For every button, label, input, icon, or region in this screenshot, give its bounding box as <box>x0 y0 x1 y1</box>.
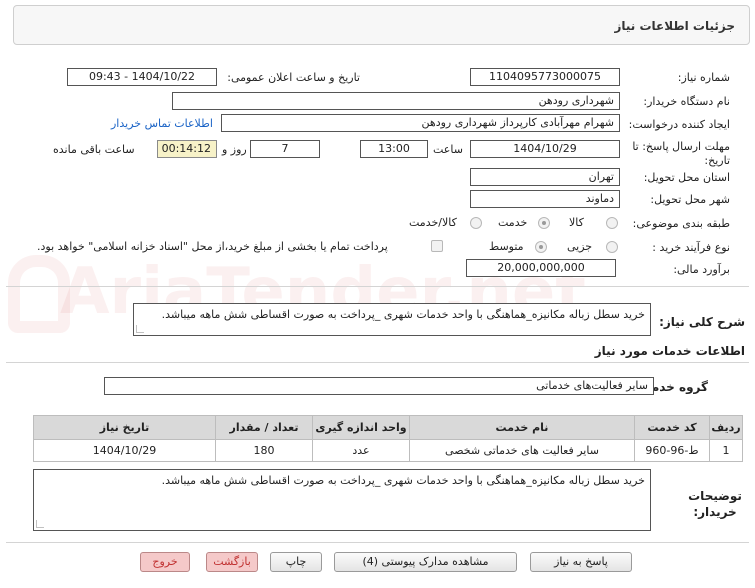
buyer-notes-text: خرید سطل زباله مکانیزه_هماهنگی با واحد خ… <box>161 474 645 487</box>
col-service-code: کد خدمت <box>634 415 710 440</box>
divider <box>6 542 749 543</box>
category-option-goods-service: کالا/خدمت <box>409 216 457 229</box>
process-radio-small[interactable] <box>606 241 618 253</box>
col-row-number: ردیف <box>709 415 743 440</box>
reply-button[interactable]: پاسخ به نیاز <box>530 552 632 572</box>
table-header-row: ردیف کد خدمت نام خدمت واحد اندازه گیری ت… <box>33 415 743 440</box>
col-need-date: تاریخ نیاز <box>33 415 216 440</box>
buyer-notes-textarea[interactable]: خرید سطل زباله مکانیزه_هماهنگی با واحد خ… <box>33 469 651 531</box>
print-button[interactable]: چاپ <box>270 552 322 572</box>
cell-unit: عدد <box>312 439 410 462</box>
page-header: جزئیات اطلاعات نیاز <box>13 5 750 45</box>
remaining-label: ساعت باقی مانده <box>53 143 135 156</box>
process-label: نوع فرآیند خرید : <box>652 241 730 254</box>
resize-handle-icon[interactable] <box>136 325 144 333</box>
buyer-org-label: نام دستگاه خریدار: <box>643 95 730 108</box>
description-label: شرح کلی نیاز: <box>659 315 745 329</box>
cell-row-number: 1 <box>709 439 743 462</box>
category-label: طبقه بندی موضوعی: <box>632 217 730 230</box>
exit-button[interactable]: خروج <box>140 552 190 572</box>
process-option-medium: متوسط <box>489 240 524 253</box>
need-number-label: شماره نیاز: <box>677 71 730 84</box>
services-section-title: اطلاعات خدمات مورد نیاز <box>594 344 745 358</box>
view-attachments-button[interactable]: مشاهده مدارک پیوستی (4) <box>334 552 517 572</box>
need-number-field: 1104095773000075 <box>470 68 620 86</box>
days-label: روز و <box>222 143 247 156</box>
province-field: تهران <box>470 168 620 186</box>
announce-field: 1404/10/22 - 09:43 <box>67 68 217 86</box>
service-group-field: سایر فعالیت‌های خدماتی <box>104 377 654 395</box>
cell-service-code: ط-96-960 <box>634 439 710 462</box>
treasury-payment-note: پرداخت تمام یا بخشی از مبلغ خرید،از محل … <box>37 240 388 253</box>
creator-label: ایجاد کننده درخواست: <box>628 118 730 131</box>
table-row: 1 ط-96-960 سایر فعالیت های خدماتی شخصی ع… <box>33 439 743 462</box>
category-option-goods: کالا <box>569 216 584 229</box>
col-unit: واحد اندازه گیری <box>312 415 410 440</box>
deadline-date-field: 1404/10/29 <box>470 140 620 158</box>
cell-quantity: 180 <box>215 439 313 462</box>
services-table: ردیف کد خدمت نام خدمت واحد اندازه گیری ت… <box>33 415 743 462</box>
deadline-time-field: 13:00 <box>360 140 428 158</box>
budget-label: برآورد مالی: <box>673 263 730 276</box>
description-textarea[interactable]: خرید سطل زباله مکانیزه_هماهنگی با واحد خ… <box>133 303 651 336</box>
page-title: جزئیات اطلاعات نیاز <box>614 19 735 33</box>
divider <box>6 362 749 363</box>
province-label: استان محل تحویل: <box>643 171 730 184</box>
resize-handle-icon[interactable] <box>36 520 44 528</box>
process-option-small: جزیی <box>567 240 593 253</box>
category-radio-goods[interactable] <box>606 217 618 229</box>
buyer-org-field: شهرداری رودهن <box>172 92 620 110</box>
back-button[interactable]: بازگشت <box>206 552 258 572</box>
category-option-service: خدمت <box>498 216 528 229</box>
contact-buyer-link[interactable]: اطلاعات تماس خریدار <box>111 117 213 130</box>
treasury-payment-checkbox[interactable] <box>431 240 443 252</box>
cell-need-date: 1404/10/29 <box>33 439 216 462</box>
process-radio-medium[interactable] <box>535 241 547 253</box>
divider <box>6 286 749 287</box>
days-field: 7 <box>250 140 320 158</box>
budget-field: 20,000,000,000 <box>466 259 616 277</box>
remaining-time-field: 00:14:12 <box>157 140 217 158</box>
category-radio-goods-service[interactable] <box>470 217 482 229</box>
category-radio-service[interactable] <box>538 217 550 229</box>
creator-field: شهرام مهرآبادی کارپرداز شهرداری رودهن <box>221 114 620 132</box>
city-field: دماوند <box>470 190 620 208</box>
city-label: شهر محل تحویل: <box>650 193 730 206</box>
description-text: خرید سطل زباله مکانیزه_هماهنگی با واحد خ… <box>161 308 645 321</box>
col-quantity: تعداد / مقدار <box>215 415 313 440</box>
deadline-label: مهلت ارسال پاسخ: تا تاریخ: <box>632 140 730 167</box>
announce-label: تاریخ و ساعت اعلان عمومی: <box>227 71 360 84</box>
buyer-notes-label: توضیحات خریدار: <box>688 489 742 519</box>
cell-service-name: سایر فعالیت های خدماتی شخصی <box>409 439 635 462</box>
deadline-time-label: ساعت <box>433 143 463 156</box>
col-service-name: نام خدمت <box>409 415 635 440</box>
